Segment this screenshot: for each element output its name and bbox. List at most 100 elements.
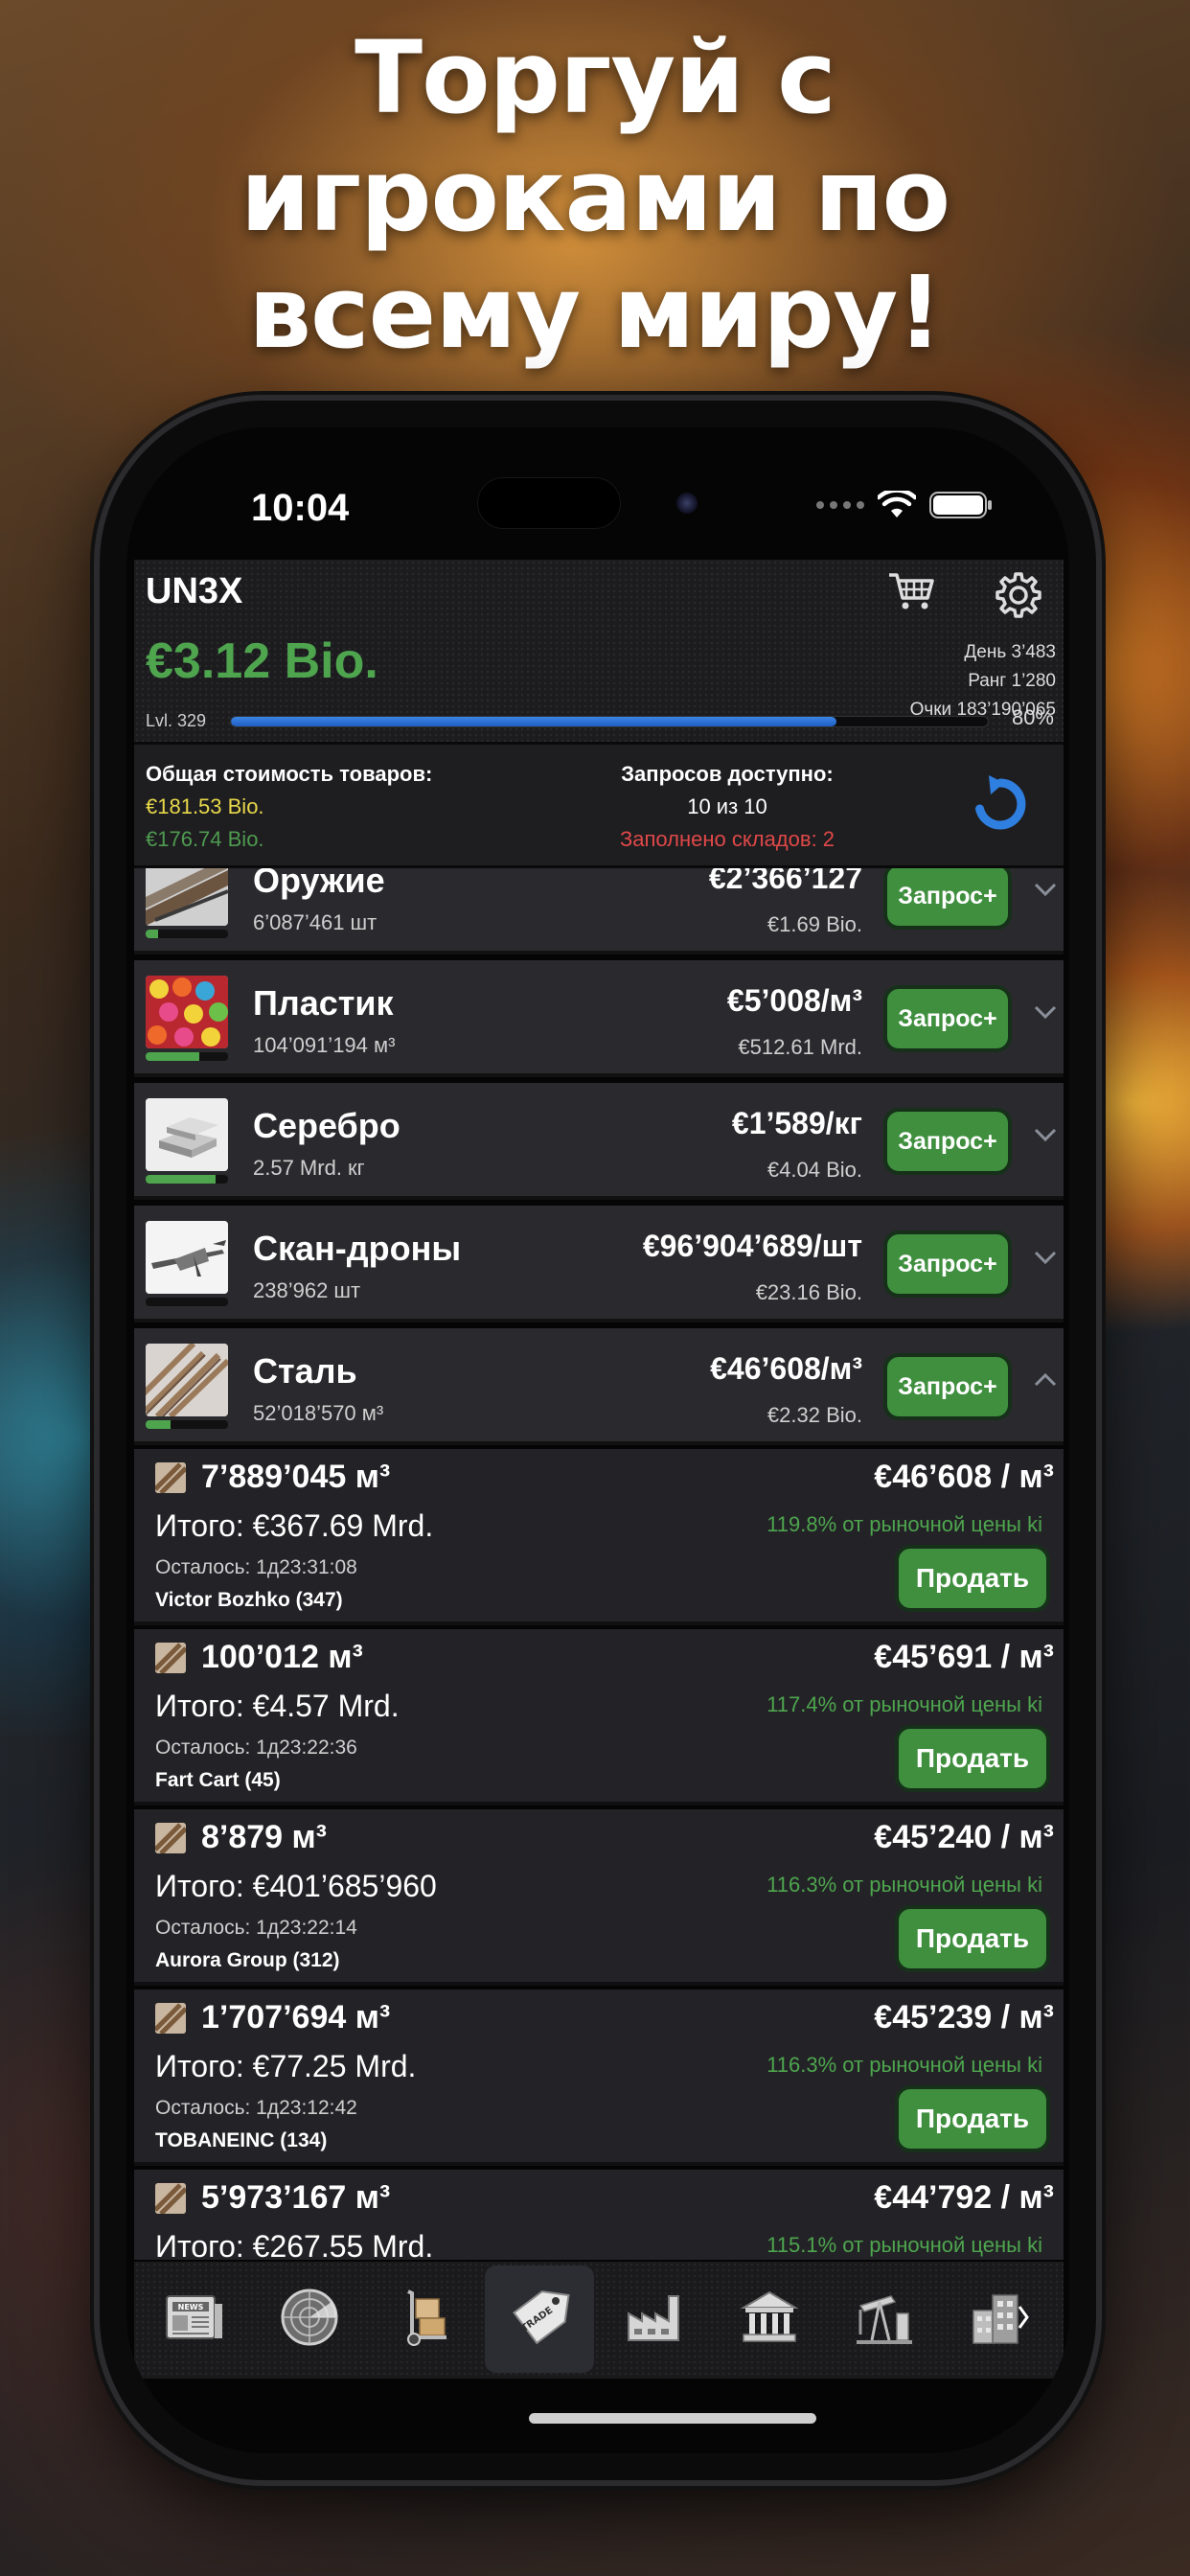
offer-market-percent: 116.3% от рыночной цены ki	[767, 2053, 1042, 2077]
price-tag-icon: TRADE	[506, 2288, 573, 2351]
hand-truck-icon	[393, 2288, 456, 2351]
category-row[interactable]: Скан-дроны 238’962 шт €96’904’689/шт €23.16…	[134, 1206, 1064, 1322]
offer-row: 1’707’694 м³ €45’239 / м³ Итого: €77.25 Mr…	[134, 1990, 1064, 2166]
offer-time-left: Осталось: 1д23:22:14	[155, 1917, 357, 1939]
offer-total: Итого: €77.25 Mrd.	[155, 2049, 417, 2083]
offer-market-percent: 116.3% от рыночной цены ki	[767, 1873, 1042, 1897]
tab-bank[interactable]	[715, 2266, 824, 2373]
level-percent: 80%	[1011, 705, 1054, 729]
category-row[interactable]: Оружие 6’087’461 шт €2’366’127 €1.69 Bio. За…	[134, 868, 1064, 954]
chevron-down-icon[interactable]	[1033, 880, 1058, 899]
offer-price: €45’239 / м³	[874, 1999, 1054, 2036]
category-name: Скан-дроны	[253, 1229, 462, 1268]
offer-user[interactable]: Fart Cart (45)	[155, 1769, 281, 1792]
tab-buildings[interactable]	[945, 2266, 1054, 2373]
offer-quantity: 5’973’167 м³	[201, 2179, 391, 2216]
status-bar: 10:04	[126, 427, 1069, 542]
headline-line: игроками по	[240, 136, 950, 254]
refresh-icon[interactable]	[970, 773, 1031, 835]
category-price: €5’008/м³	[726, 983, 862, 1018]
plastic-icon	[146, 976, 228, 1048]
factory-icon	[623, 2288, 686, 2350]
offer-market-percent: 117.4% от рыночной цены ki	[767, 1692, 1042, 1716]
stock-bar	[146, 1052, 228, 1061]
category-quantity: 238’962 шт	[253, 1278, 361, 1302]
tab-radar[interactable]	[255, 2266, 364, 2373]
sell-button[interactable]: Продать	[895, 1905, 1050, 1972]
stat-day: День 3’483	[964, 642, 1056, 662]
stat-rank: Ранг 1’280	[968, 671, 1056, 691]
category-quantity: 6’087’461 шт	[253, 910, 378, 934]
request-button[interactable]: Запрос+	[883, 985, 1012, 1052]
company-name: UN3X	[146, 571, 243, 611]
headline-line: Торгуй с	[355, 19, 836, 136]
tab-logistics[interactable]	[370, 2266, 479, 2373]
offer-quantity: 100’012 м³	[201, 1639, 363, 1675]
warehouses-filled: Заполнено складов: 2	[619, 827, 835, 851]
trade-summary: Общая стоимость товаров: €181.53 Bio. €1…	[134, 742, 1064, 868]
promo-headline: Торгуй с игроками по всему миру!	[0, 19, 1190, 372]
cart-icon[interactable]	[887, 571, 935, 611]
offer-price: €44’792 / м³	[874, 2179, 1054, 2216]
offer-user[interactable]: TOBANEINC (134)	[155, 2129, 327, 2152]
tab-factory[interactable]	[600, 2266, 709, 2373]
home-indicator[interactable]	[529, 2413, 816, 2424]
oil-pump-icon	[853, 2288, 916, 2350]
status-time: 10:04	[251, 487, 350, 529]
chevron-down-icon[interactable]	[1033, 1248, 1058, 1267]
stock-bar	[146, 1298, 228, 1306]
sell-button[interactable]: Продать	[895, 1725, 1050, 1792]
phone-frame: 10:04 UN3X €3.12 Bio. День 3’483 Ранг 1’…	[100, 401, 1096, 2480]
category-total: €1.69 Bio.	[767, 912, 862, 936]
category-row[interactable]: Пластик 104’091’194 м³ €5’008/м³ €512.61 Mr…	[134, 960, 1064, 1077]
battery-icon	[929, 492, 992, 518]
request-button[interactable]: Запрос+	[883, 1108, 1012, 1175]
category-name: Сталь	[253, 1351, 357, 1391]
request-button[interactable]: Запрос+	[883, 868, 1012, 930]
dynamic-island	[477, 477, 621, 529]
offer-user[interactable]: Victor Bozhko (347)	[155, 1589, 343, 1612]
chevron-down-icon[interactable]	[1033, 1125, 1058, 1144]
category-total: €512.61 Mrd.	[738, 1035, 862, 1059]
app-content: UN3X €3.12 Bio. День 3’483 Ранг 1’280 Оч…	[134, 560, 1064, 2260]
offer-price: €45’691 / м³	[874, 1639, 1054, 1675]
chevron-down-icon[interactable]	[1033, 1002, 1058, 1022]
offer-time-left: Осталось: 1д23:12:42	[155, 2097, 357, 2119]
sell-button[interactable]: Продать	[895, 2085, 1050, 2152]
stock-bar-fill	[146, 930, 158, 938]
level-progress-bar	[230, 716, 989, 727]
radar-icon	[278, 2286, 341, 2353]
newspaper-icon: NEWS	[163, 2290, 226, 2348]
signal-dots-icon	[816, 501, 864, 509]
tab-trade[interactable]: TRADE	[485, 2266, 594, 2373]
buildings-icon	[968, 2288, 1031, 2351]
category-total: €2.32 Bio.	[767, 1403, 862, 1427]
stock-bar-fill	[146, 1420, 171, 1429]
offer-total: Итого: €367.69 Mrd.	[155, 1508, 434, 1543]
weapons-icon	[146, 868, 228, 926]
category-name: Оружие	[253, 868, 385, 900]
tab-oil[interactable]	[830, 2266, 939, 2373]
offer-price: €45’240 / м³	[874, 1819, 1054, 1855]
category-total: €23.16 Bio.	[755, 1280, 862, 1304]
request-button[interactable]: Запрос+	[883, 1230, 1012, 1298]
chevron-up-icon[interactable]	[1033, 1370, 1058, 1390]
offer-user[interactable]: Aurora Group (312)	[155, 1949, 340, 1972]
steel-icon	[155, 2183, 186, 2214]
offer-total: Итого: €267.55 Mrd.	[155, 2229, 434, 2260]
bottom-tab-bar: NEWS TRADE	[134, 2262, 1064, 2379]
requests-title: Запросов доступно:	[621, 762, 834, 786]
goods-value-yellow: €181.53 Bio.	[146, 794, 264, 818]
tab-news[interactable]: NEWS	[140, 2266, 249, 2373]
category-price: €46’608/м³	[710, 1351, 862, 1386]
stock-bar	[146, 930, 228, 938]
gear-icon[interactable]	[995, 571, 1042, 619]
stock-bar	[146, 1420, 228, 1429]
sell-button[interactable]: Продать	[895, 1545, 1050, 1612]
request-button[interactable]: Запрос+	[883, 1353, 1012, 1420]
requests-value: 10 из 10	[687, 794, 767, 818]
offer-row: 7’889’045 м³ €46’608 / м³ Итого: €367.69 M…	[134, 1449, 1064, 1625]
category-row[interactable]: Сталь 52’018’570 м³ €46’608/м³ €2.32 Bio. За…	[134, 1328, 1064, 1445]
category-row[interactable]: Серебро 2.57 Mrd. кг €1’589/кг €4.04 Bio. За…	[134, 1083, 1064, 1200]
bank-icon	[738, 2288, 801, 2350]
